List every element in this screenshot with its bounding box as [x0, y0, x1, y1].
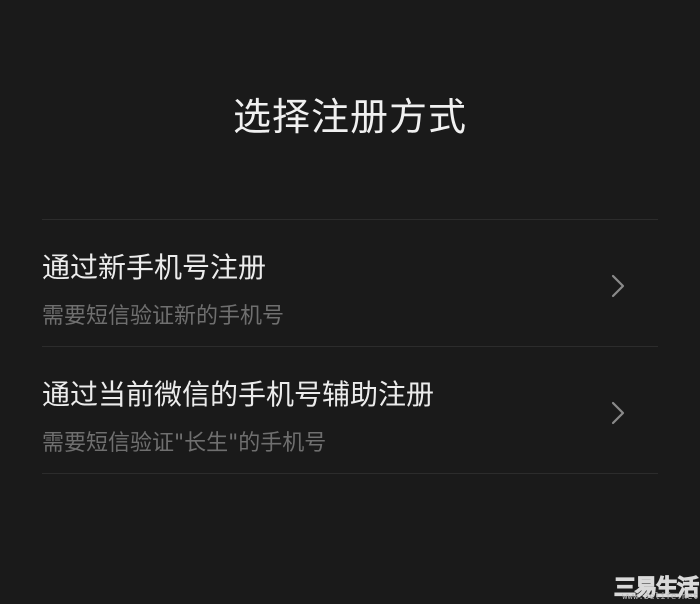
option-subtitle: 需要短信验证新的手机号	[42, 304, 285, 329]
option-title: 通过当前微信的手机号辅助注册	[42, 378, 435, 411]
registration-option-list: 通过新手机号注册 需要短信验证新的手机号 通过当前微信的手机号辅助注册 需要短信…	[42, 219, 658, 474]
option-new-phone-register[interactable]: 通过新手机号注册 需要短信验证新的手机号	[42, 220, 658, 347]
option-current-wechat-phone-register[interactable]: 通过当前微信的手机号辅助注册 需要短信验证"长生"的手机号	[42, 347, 658, 474]
page-title: 选择注册方式	[232, 95, 467, 139]
option-title: 通过新手机号注册	[42, 251, 267, 284]
option-subtitle: 需要短信验证"长生"的手机号	[42, 431, 327, 456]
chevron-right-icon	[608, 400, 628, 426]
chevron-right-icon	[608, 273, 628, 299]
watermark-url: www.3elife.net	[622, 592, 698, 602]
watermark-logo: 三易生活 www.3elife.net	[598, 570, 699, 602]
